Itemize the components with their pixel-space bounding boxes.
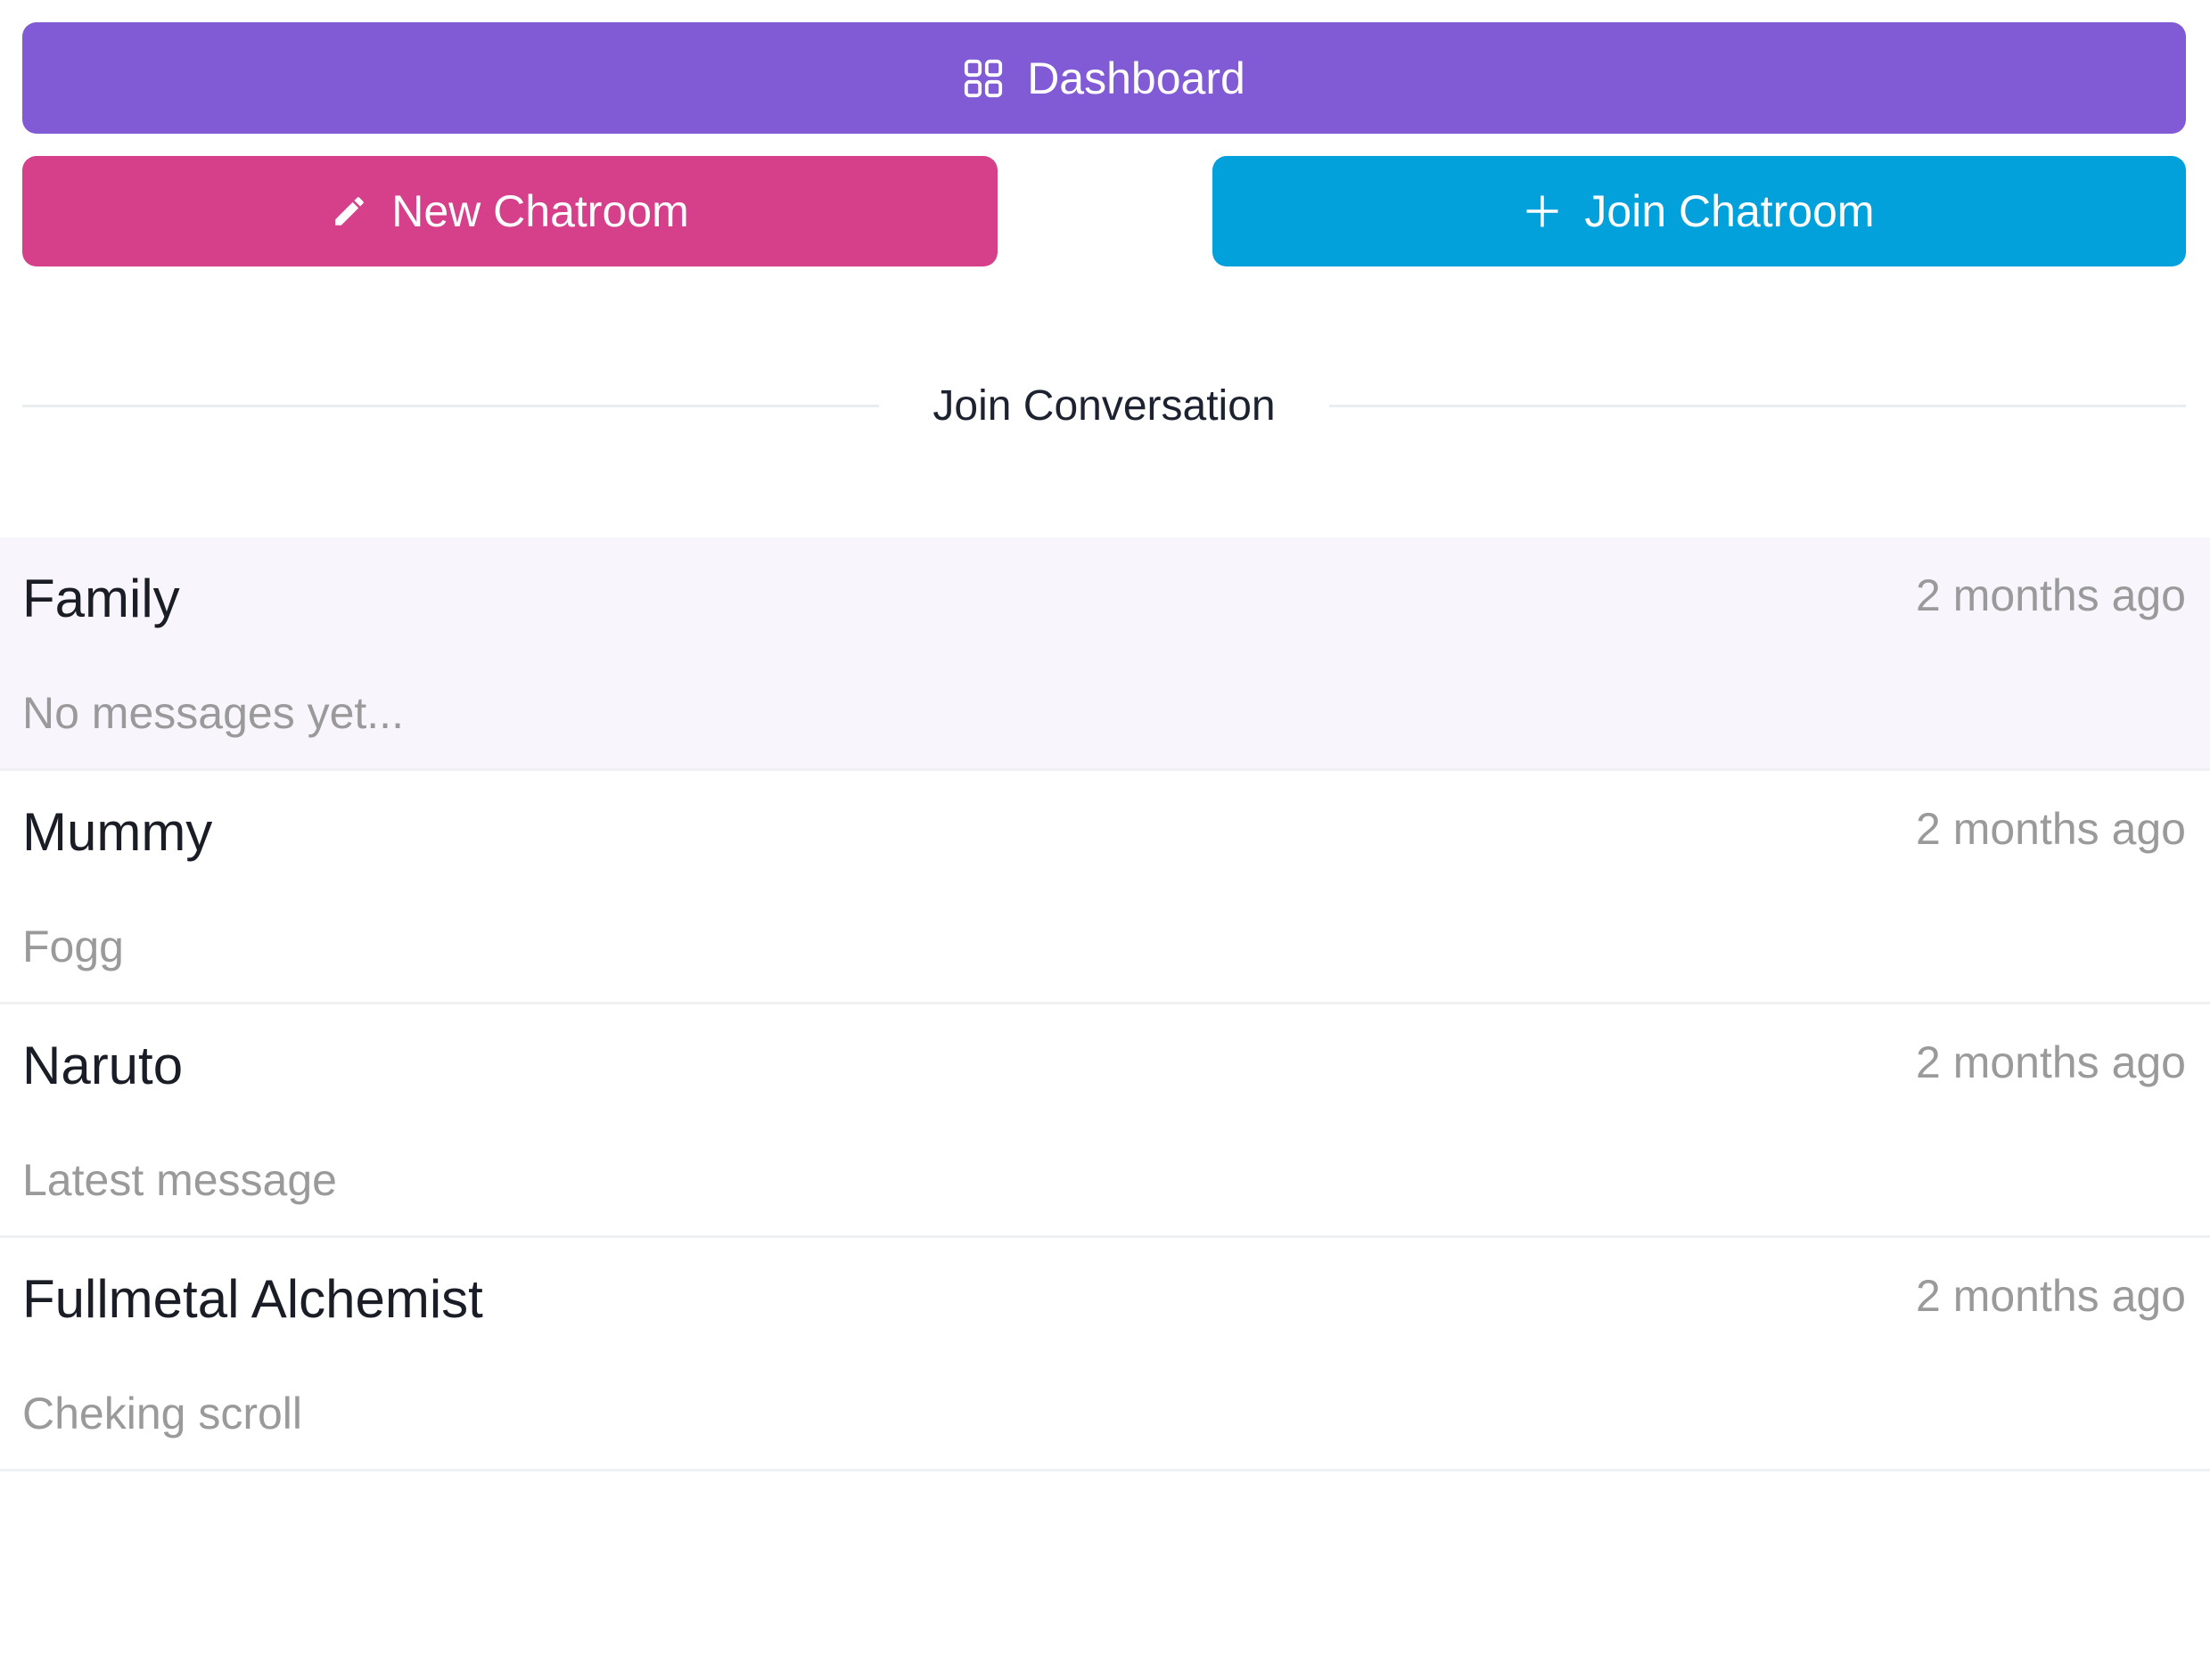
chatroom-name: Naruto [22,1036,184,1095]
dashboard-button[interactable]: Dashboard [22,22,2186,134]
join-chatroom-button[interactable]: Join Chatroom [1212,156,2186,266]
divider-line [22,404,880,407]
chatroom-item-naruto[interactable]: Naruto 2 months ago Latest message [0,1004,2210,1238]
chatroom-item-fullmetal-alchemist[interactable]: Fullmetal Alchemist 2 months ago Cheking… [0,1238,2210,1471]
divider-line [1328,404,2186,407]
chatroom-time: 2 months ago [1916,570,2186,620]
grid-icon [963,58,1004,99]
chatroom-name: Fullmetal Alchemist [22,1269,483,1329]
chatroom-last-message: Latest message [22,1155,337,1205]
divider-label: Join Conversation [932,381,1276,430]
chatroom-last-message: No messages yet... [22,688,404,738]
dashboard-label: Dashboard [1027,53,1245,103]
chatroom-item-mummy[interactable]: Mummy 2 months ago Fogg [0,771,2210,1004]
chatroom-time: 2 months ago [1916,804,2186,854]
new-chatroom-label: New Chatroom [391,186,689,236]
chatroom-name: Mummy [22,802,213,862]
join-chatroom-label: Join Chatroom [1584,186,1875,236]
chatroom-name: Family [22,569,180,628]
chatroom-last-message: Cheking scroll [22,1389,303,1438]
chatroom-list: Family 2 months ago No messages yet... M… [0,537,2210,1471]
new-chatroom-button[interactable]: New Chatroom [22,156,998,266]
join-conversation-divider: Join Conversation [22,374,2186,437]
chatroom-time: 2 months ago [1916,1037,2186,1087]
pencil-icon [331,193,368,230]
chatroom-last-message: Fogg [22,922,124,971]
plus-icon [1524,193,1561,230]
chatroom-time: 2 months ago [1916,1271,2186,1321]
chatroom-item-family[interactable]: Family 2 months ago No messages yet... [0,537,2210,771]
